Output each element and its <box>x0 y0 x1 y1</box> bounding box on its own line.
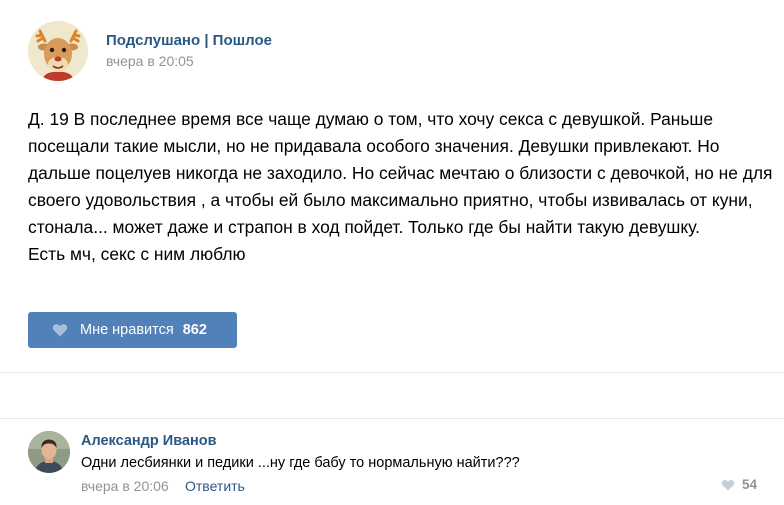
heart-icon <box>721 479 735 491</box>
comment-date-link[interactable]: вчера в 20:06 <box>81 478 169 494</box>
comment-text: Одни лесбиянки и педики ...ну где бабу т… <box>81 455 520 471</box>
comments-divider <box>0 418 784 419</box>
group-avatar[interactable] <box>28 21 88 81</box>
group-name-link[interactable]: Подслушано | Пошлое <box>106 32 272 49</box>
post-date-link[interactable]: вчера в 20:05 <box>106 53 194 69</box>
like-button[interactable]: Мне нравится 862 <box>28 312 237 348</box>
like-button-label: Мне нравится <box>80 322 174 338</box>
comment-author-avatar[interactable] <box>28 431 70 473</box>
post-text: Д. 19 В последнее время все чаще думаю о… <box>28 106 773 268</box>
like-count: 862 <box>182 322 207 338</box>
comment-like-count: 54 <box>741 477 757 492</box>
post-divider <box>0 372 784 373</box>
post-text-paragraph: Есть мч, секс с ним люблю <box>28 244 246 264</box>
heart-icon <box>52 323 68 337</box>
reindeer-avatar-icon <box>28 21 88 81</box>
comment-author-link[interactable]: Александр Иванов <box>81 433 217 449</box>
vk-post-page: Подслушано | Пошлое вчера в 20:05 Д. 19 … <box>0 0 784 505</box>
post-text-paragraph: Д. 19 В последнее время все чаще думаю о… <box>28 109 773 237</box>
user-photo-avatar <box>28 431 70 473</box>
reply-button[interactable]: Ответить <box>185 478 245 494</box>
comment-like-button[interactable]: 54 <box>721 477 757 492</box>
